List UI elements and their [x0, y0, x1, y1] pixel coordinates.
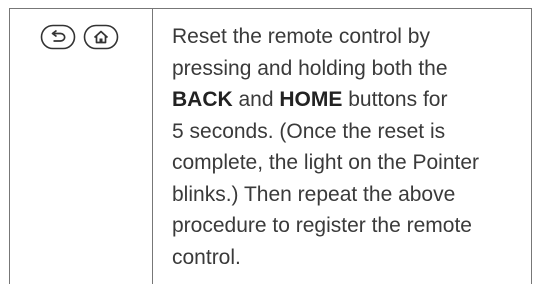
instruction-line-2: pressing and holding both the	[172, 56, 448, 80]
home-icon	[83, 24, 119, 50]
instruction-line-8: control.	[172, 245, 241, 269]
instruction-table: Reset the remote control by pressing and …	[0, 0, 540, 284]
instruction-line-6: blinks.) Then repeat the above	[172, 182, 456, 206]
table-left-rule	[9, 8, 10, 284]
back-button-label: BACK	[172, 88, 233, 111]
instruction-line-1: Reset the remote control by	[172, 25, 430, 48]
table-top-rule	[9, 8, 532, 9]
instruction-line-7: procedure to register the remote	[172, 214, 472, 237]
home-button-label: HOME	[279, 88, 343, 111]
button-icons-cell	[40, 24, 119, 50]
instruction-line-4: 5 seconds. (Once the reset is	[172, 119, 446, 143]
instruction-and-word: and	[232, 88, 280, 111]
instruction-line-3-tail: buttons for	[342, 88, 448, 111]
instruction-line-5: complete, the light on the Pointer	[172, 151, 480, 174]
table-right-rule	[531, 8, 532, 284]
reset-instruction-text: Reset the remote control by pressing and …	[172, 21, 522, 273]
back-icon	[40, 24, 76, 50]
table-column-divider	[152, 8, 153, 284]
